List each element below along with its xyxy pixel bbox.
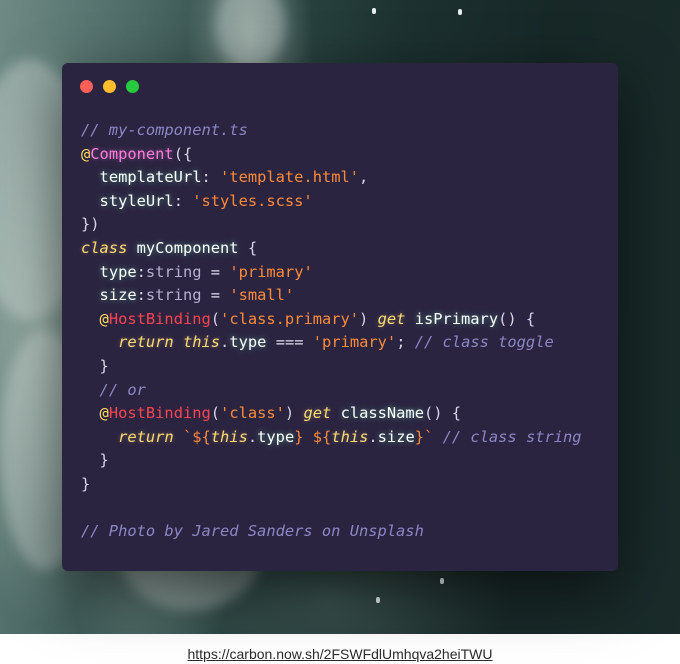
- surfer-mark: [440, 578, 444, 584]
- code-line-size-field: size:string = 'small': [99, 286, 295, 305]
- maximize-dot-icon[interactable]: [126, 80, 139, 93]
- code-line-hostbinding-primary: @HostBinding('class.primary') get isPrim…: [99, 309, 536, 328]
- code-line-close-decorator: }): [81, 215, 100, 234]
- code-line-decorator: @Component({: [81, 144, 193, 163]
- code-line-styleurl: styleUrl: 'styles.scss': [99, 191, 313, 210]
- code-line-type-field: type:string = 'primary': [99, 262, 313, 281]
- window-controls: [80, 80, 139, 93]
- code-line-hostbinding-class: @HostBinding('class') get className() {: [99, 404, 462, 423]
- code-window: // my-component.ts @Component({ template…: [62, 63, 618, 571]
- code-line-close-getter-2: }: [81, 451, 109, 470]
- surfer-mark: [376, 597, 380, 603]
- code-block: // my-component.ts @Component({ template…: [81, 119, 582, 544]
- code-line-close-class: }: [81, 474, 91, 493]
- close-dot-icon[interactable]: [80, 80, 93, 93]
- code-line-comment-or: // or: [99, 380, 146, 399]
- surfer-mark: [372, 8, 376, 14]
- code-line-comment-filename: // my-component.ts: [81, 121, 248, 139]
- code-line-templateurl: templateUrl: 'template.html',: [99, 168, 369, 187]
- code-line-class-declaration: class myComponent {: [81, 238, 258, 257]
- surfer-mark: [458, 9, 462, 15]
- code-line-close-getter-1: }: [81, 356, 109, 375]
- carbon-share-link[interactable]: https://carbon.now.sh/2FSWFdlUmhqva2heiT…: [0, 646, 680, 662]
- minimize-dot-icon[interactable]: [103, 80, 116, 93]
- code-line-photo-credit: // Photo by Jared Sanders on Unsplash: [81, 522, 424, 541]
- code-line-return-primary: return this.type === 'primary'; // class…: [118, 333, 554, 352]
- code-line-return-template: return `${this.type} ${this.size}` // cl…: [118, 427, 582, 446]
